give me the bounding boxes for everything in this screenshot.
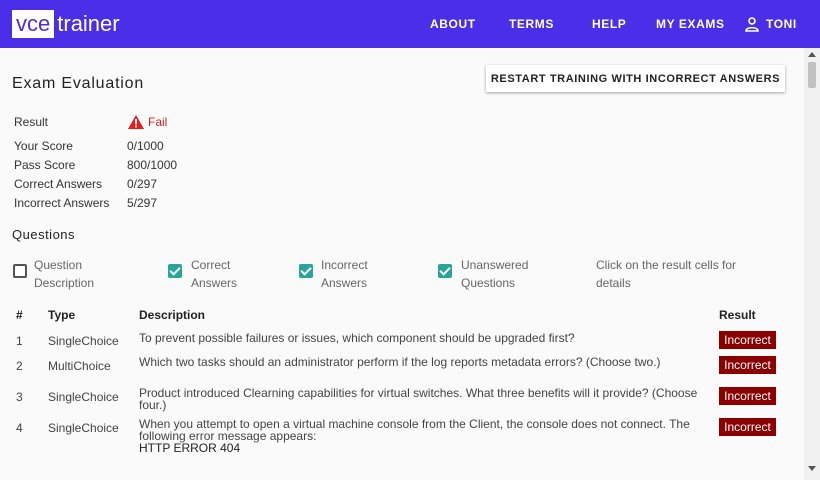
filter-label-line: Unanswered [461, 258, 529, 272]
result-incorrect-badge[interactable]: Incorrect [719, 331, 776, 349]
app-logo[interactable]: vce trainer [12, 9, 120, 39]
filter-unanswered-questions-label[interactable]: Unanswered Questions [461, 256, 528, 292]
result-incorrect-badge[interactable]: Incorrect [719, 387, 776, 405]
nav-my-exams[interactable]: MY EXAMS [656, 17, 725, 31]
filter-label-line: Answers [321, 276, 368, 290]
column-header-result: Result [719, 308, 756, 322]
your-score-value: 0/1000 [127, 139, 164, 153]
incorrect-answers-label: Incorrect Answers [14, 196, 110, 210]
row-type: SingleChoice [48, 334, 119, 348]
filter-question-description-checkbox[interactable] [13, 264, 27, 278]
result-label: Result [14, 115, 49, 129]
filter-label-line: Description [34, 276, 95, 290]
incorrect-answers-value: 5/297 [127, 196, 158, 210]
top-navbar: vce trainer ABOUT TERMS HELP MY EXAMS TO… [0, 0, 820, 48]
correct-answers-value: 0/297 [127, 177, 158, 191]
user-icon[interactable] [744, 16, 760, 32]
column-header-type: Type [48, 308, 76, 322]
result-status: Fail [128, 115, 167, 129]
filter-unanswered-questions-checkbox[interactable] [438, 264, 452, 278]
filter-label-line: Answers [191, 276, 238, 290]
scroll-down-arrow-icon[interactable] [808, 466, 816, 471]
filter-label-line: Question [34, 258, 83, 272]
nav-terms[interactable]: TERMS [509, 17, 554, 31]
logo-word: trainer [57, 11, 120, 36]
row-number: 4 [16, 421, 23, 435]
scroll-up-arrow-icon[interactable] [808, 52, 816, 57]
pass-score-label: Pass Score [14, 158, 76, 172]
pass-score-value: 800/1000 [127, 158, 178, 172]
row-type: MultiChoice [48, 359, 111, 373]
row-type: SingleChoice [48, 421, 119, 435]
questions-heading: Questions [12, 227, 76, 242]
result-incorrect-badge[interactable]: Incorrect [719, 356, 776, 374]
your-score-label: Your Score [14, 139, 73, 153]
nav-about[interactable]: ABOUT [430, 17, 476, 31]
row-number: 3 [16, 390, 23, 404]
logo-box: vce [12, 10, 55, 38]
filter-label-line: Incorrect [321, 258, 368, 272]
result-value: Fail [148, 115, 168, 129]
warning-icon [128, 115, 144, 129]
row-description: Product introduced Clearning capabilitie… [139, 386, 698, 412]
nav-help[interactable]: HELP [592, 17, 626, 31]
row-description-text: When you attempt to open a virtual machi… [139, 417, 690, 443]
filter-label-line: Questions [461, 276, 516, 290]
results-hint: Click on the result cells for details [596, 258, 737, 290]
scrollbar-thumb[interactable] [808, 62, 816, 88]
filter-correct-answers-label[interactable]: Correct Answers [191, 256, 237, 292]
filter-incorrect-answers-label[interactable]: Incorrect Answers [321, 256, 368, 292]
row-number: 2 [16, 359, 23, 373]
filter-incorrect-answers-checkbox[interactable] [299, 264, 313, 278]
column-header-description: Description [139, 308, 206, 322]
row-description: Which two tasks should an administrator … [139, 355, 661, 369]
row-description-code: HTTP ERROR 404 [139, 441, 241, 455]
restart-training-button[interactable]: RESTART TRAINING WITH INCORRECT ANSWERS [486, 65, 785, 92]
result-incorrect-badge[interactable]: Incorrect [719, 418, 776, 436]
row-type: SingleChoice [48, 390, 119, 404]
vertical-scrollbar[interactable] [804, 48, 820, 480]
filter-correct-answers-checkbox[interactable] [168, 264, 182, 278]
column-header-number: # [16, 308, 23, 322]
page-title: Exam Evaluation [12, 75, 145, 92]
row-number: 1 [16, 334, 23, 348]
correct-answers-label: Correct Answers [14, 177, 103, 191]
filter-label-line: Correct [191, 258, 231, 272]
nav-user[interactable]: TONI [766, 17, 797, 31]
main-content: Exam Evaluation RESTART TRAINING WITH IN… [0, 48, 804, 480]
filter-question-description-label[interactable]: Question Description [34, 256, 94, 292]
row-description: To prevent possible failures or issues, … [139, 331, 575, 345]
row-description: When you attempt to open a virtual machi… [139, 418, 714, 454]
